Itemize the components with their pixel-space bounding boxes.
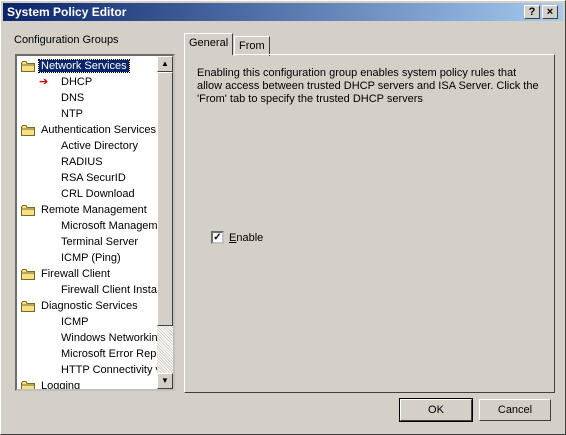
tree-item-label: RADIUS [61,156,103,168]
folder-icon [21,301,35,312]
tree-item[interactable]: Active Directory [59,138,140,154]
tree-item[interactable]: RADIUS [59,154,105,170]
tree-item[interactable]: Firewall Client Install [59,282,164,298]
tree-item-label: RSA SecurID [61,172,126,184]
tree-item-label: NTP [61,108,83,120]
checkmark-icon: ✓ [213,232,222,243]
tree-item-label: Firewall Client Install [61,284,162,296]
tree-item[interactable]: ➔ DHCP [39,74,94,90]
tree-item-label: Network Services [38,59,130,73]
window-title: System Policy Editor [7,5,127,19]
general-tab-panel: Enabling this configuration group enable… [184,54,555,393]
scroll-down-button[interactable]: ▼ [157,373,173,389]
tree-item[interactable]: DNS [59,90,86,106]
tab-from[interactable]: From [234,36,270,56]
scroll-thumb[interactable] [157,72,173,326]
tree-item[interactable]: Terminal Server [59,234,140,250]
tree-item[interactable]: ICMP (Ping) [59,250,123,266]
tree-scrollbar[interactable]: ▲ ▼ [157,56,173,389]
tree-item[interactable]: HTTP Connectivity ve [59,362,169,378]
tree-item[interactable]: ICMP [59,314,91,330]
tree-item-label: Microsoft Error Repo [61,348,163,360]
tree-item-label: DNS [61,92,85,104]
enable-label[interactable]: Enable [229,232,263,244]
folder-icon [21,125,35,136]
tree-group[interactable]: Remote Management [21,202,149,218]
title-bar: System Policy Editor ? × [3,3,563,21]
tree-item-label: Diagnostic Services [41,300,138,312]
tree-item-label: HTTP Connectivity ve [61,364,168,376]
enable-checkbox-row[interactable]: ✓ Enable [211,231,263,244]
tree-item-label: Remote Management [41,204,147,216]
configuration-groups-label: Configuration Groups [14,34,119,46]
enable-checkbox[interactable]: ✓ [211,231,224,244]
help-button[interactable]: ? [524,5,540,19]
tree-group[interactable]: Diagnostic Services [21,298,140,314]
tree-item-label: Microsoft Manageme [61,220,164,232]
close-button[interactable]: × [542,5,558,19]
system-policy-editor-window: System Policy Editor ? × Configuration G… [0,0,566,435]
tree-item-label: Active Directory [61,140,139,152]
tree-item-label: ICMP [61,316,89,328]
tree-item[interactable]: CRL Download [59,186,137,202]
folder-icon [21,61,35,72]
tree-item[interactable]: Windows Networking [59,330,166,346]
tree-item[interactable]: Microsoft Error Repo [59,346,164,362]
tree-item-label: ICMP (Ping) [61,252,121,264]
tree-item-label: Firewall Client [41,268,111,280]
tree-item-label: Authentication Services [41,124,156,136]
tree-group[interactable]: Network Services [21,58,130,74]
tree-item[interactable]: RSA SecurID [59,170,128,186]
configuration-groups-tree[interactable]: Network Services ➔ DHCP DNS NTP Authenticatio… [15,54,175,391]
cancel-button[interactable]: Cancel [479,399,551,421]
tree-item[interactable]: NTP [59,106,85,122]
scroll-up-button[interactable]: ▲ [157,56,173,72]
ok-button[interactable]: OK [399,398,473,422]
tree-item[interactable]: Microsoft Manageme [59,218,166,234]
tab-general[interactable]: General [184,33,234,55]
folder-icon [21,381,35,389]
tree-item-label: Logging [41,380,81,391]
tree-group[interactable]: Authentication Services [21,122,158,138]
tree-group[interactable]: Logging [21,378,82,391]
folder-icon [21,269,35,280]
folder-icon [21,205,35,216]
tree-item-label: CRL Download [61,188,135,200]
tree-item-label: DHCP [61,76,93,88]
general-description: Enabling this configuration group enable… [197,67,539,105]
rule-arrow-icon: ➔ [39,76,49,88]
tree-item-label: Windows Networking [61,332,164,344]
tree-item-label: Terminal Server [61,236,139,248]
tree-group[interactable]: Firewall Client [21,266,112,282]
